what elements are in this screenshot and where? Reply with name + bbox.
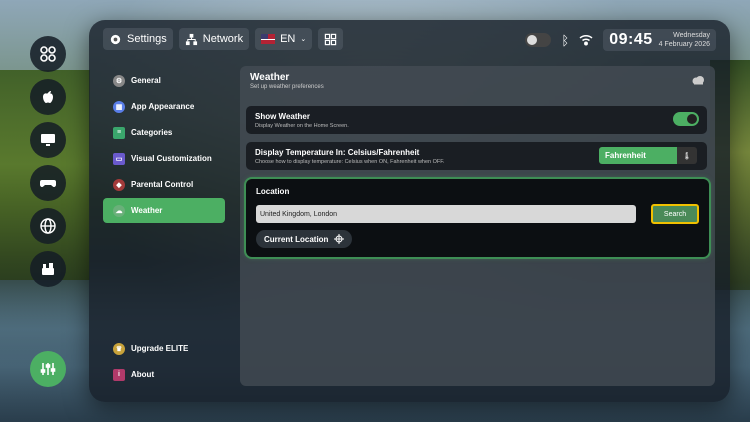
bluetooth-icon: ᛒ [561, 32, 570, 48]
search-button[interactable]: Search [651, 204, 699, 224]
network-chip-label: Network [202, 33, 244, 45]
menu-item-label: About [131, 370, 155, 379]
location-title: Location [256, 187, 290, 196]
menu-item-parental-control[interactable]: ◆ Parental Control [103, 172, 225, 197]
cloud-icon [692, 76, 704, 85]
monitor-icon [41, 134, 55, 146]
menu-item-visual-customization[interactable]: ▭ Visual Customization [103, 146, 225, 171]
settings-menu: ⚙ General ▦ App Appearance ≡ Categories … [103, 68, 225, 224]
dock-tv-button[interactable] [30, 79, 66, 115]
menu-item-upgrade[interactable]: ♛ Upgrade ELITE [103, 336, 225, 361]
us-flag-icon [261, 34, 276, 44]
location-input[interactable]: United Kingdom, London [256, 205, 636, 223]
menu-item-label: Parental Control [131, 180, 194, 189]
clock-day: Wednesday [673, 32, 710, 39]
menu-item-label: Weather [131, 206, 163, 215]
apple-tv-icon [43, 91, 53, 103]
settings-chip-label: Settings [127, 33, 167, 45]
side-dock [24, 28, 72, 398]
cat-mode-toggle[interactable] [525, 33, 552, 47]
weather-panel: Weather Set up weather preferences Show … [240, 66, 715, 386]
location-card: Location United Kingdom, London Search C… [246, 179, 709, 257]
menu-item-app-appearance[interactable]: ▦ App Appearance [103, 94, 225, 119]
thermometer-icon: 🌡 [677, 147, 697, 164]
show-weather-desc: Display Weather on the Home Screen. [255, 123, 349, 129]
show-weather-title: Show Weather [255, 112, 310, 121]
menu-item-label: Visual Customization [131, 154, 212, 163]
dock-settings-button[interactable] [30, 351, 66, 387]
language-chip[interactable]: EN ⌄ [255, 28, 313, 50]
page-title: Weather [250, 72, 290, 83]
settings-chip[interactable]: Settings [103, 28, 173, 50]
temperature-unit-selected: Fahrenheit [599, 147, 677, 164]
menu-item-general[interactable]: ⚙ General [103, 68, 225, 93]
grid-icon [325, 33, 337, 45]
page-subtitle: Set up weather preferences [250, 84, 324, 90]
info-icon: i [113, 368, 125, 381]
gear-icon: ⚙ [113, 74, 125, 87]
show-weather-row[interactable]: Show Weather Display Weather on the Home… [246, 106, 707, 134]
wifi-icon [579, 34, 593, 46]
menu-item-label: Upgrade ELITE [131, 344, 189, 353]
temperature-unit-desc: Choose how to display temperature: Celsi… [255, 159, 445, 165]
show-weather-toggle[interactable] [673, 112, 699, 126]
network-chip[interactable]: Network [178, 28, 250, 50]
dock-tools-button[interactable] [30, 251, 66, 287]
sliders-icon [40, 363, 56, 375]
crosshair-icon [334, 234, 345, 244]
menu-item-label: App Appearance [131, 102, 195, 111]
top-toolbar: Settings Network EN ⌄ [103, 28, 344, 52]
dock-web-button[interactable] [30, 208, 66, 244]
clock-time: 09:45 [609, 31, 653, 48]
menu-item-categories[interactable]: ≡ Categories [103, 120, 225, 145]
shield-icon: ◆ [113, 178, 125, 191]
status-bar: ᛒ 09:45 Wednesday 4 February 2026 [525, 28, 716, 52]
gamepad-icon [40, 180, 56, 187]
gear-icon [110, 34, 121, 44]
dock-apps-button[interactable] [30, 36, 66, 72]
grid-icon: ▦ [113, 100, 125, 113]
crown-icon: ♛ [113, 342, 125, 355]
globe-icon [40, 218, 56, 234]
chevron-down-icon: ⌄ [300, 36, 307, 43]
current-location-button[interactable]: Current Location [256, 230, 353, 248]
clock-date: 4 February 2026 [658, 41, 710, 48]
layout-chip[interactable] [318, 28, 344, 50]
dock-monitor-button[interactable] [30, 122, 66, 158]
dock-games-button[interactable] [30, 165, 66, 201]
toolbox-icon [42, 263, 54, 275]
cloud-icon: ☁ [113, 204, 125, 217]
temperature-unit-row[interactable]: Display Temperature In: Celsius/Fahrenhe… [246, 142, 707, 170]
settings-window: Settings Network EN ⌄ ᛒ 09:45 Wednesday … [89, 20, 730, 402]
menu-item-weather[interactable]: ☁ Weather [103, 198, 225, 223]
palette-icon: ▭ [113, 152, 125, 165]
settings-menu-bottom: ♛ Upgrade ELITE i About [103, 336, 225, 388]
menu-item-label: General [131, 76, 161, 85]
temperature-unit-title: Display Temperature In: Celsius/Fahrenhe… [255, 148, 420, 157]
current-location-label: Current Location [264, 234, 329, 244]
network-icon [185, 33, 197, 45]
language-chip-label: EN [280, 33, 296, 45]
clock: 09:45 Wednesday 4 February 2026 [603, 29, 716, 51]
menu-item-about[interactable]: i About [103, 362, 225, 387]
menu-item-label: Categories [131, 128, 173, 137]
list-icon: ≡ [113, 126, 125, 139]
apps-grid-icon [40, 46, 56, 62]
temperature-unit-toggle[interactable]: Fahrenheit 🌡 [599, 147, 697, 164]
